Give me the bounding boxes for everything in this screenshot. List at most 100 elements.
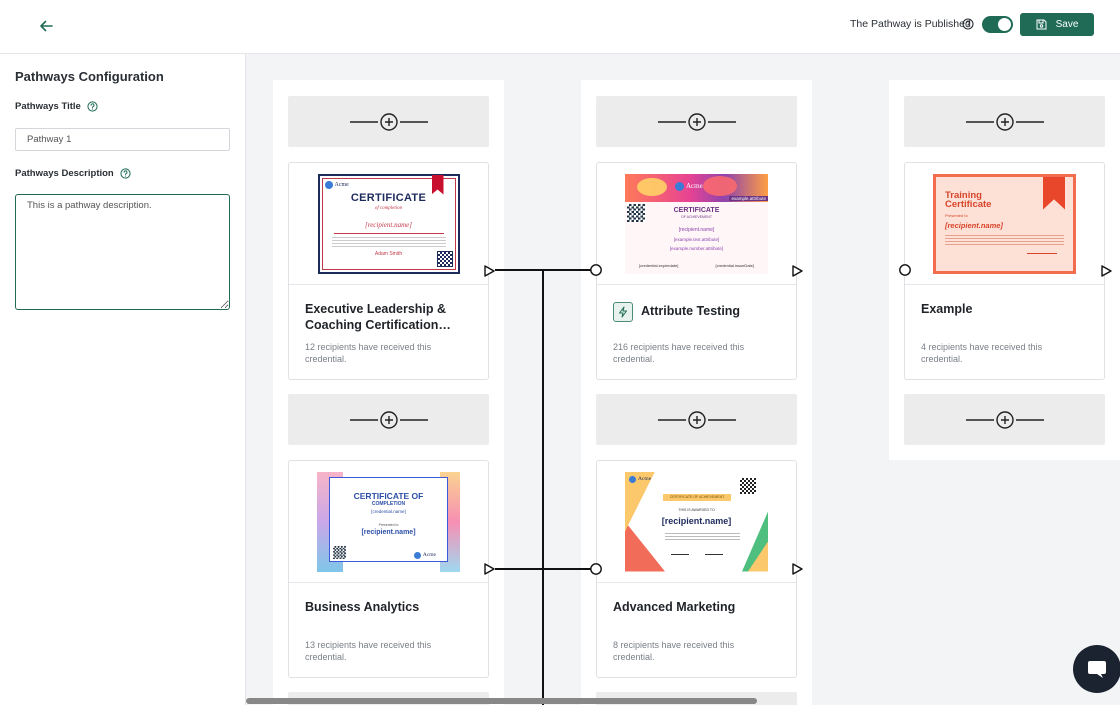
certificate-thumbnail: CERTIFICATE OF COMPLETION [credential.na… bbox=[289, 461, 488, 583]
back-button[interactable] bbox=[34, 14, 58, 38]
recipient-count: 216 recipients have received this creden… bbox=[613, 342, 745, 364]
save-button-label: Save bbox=[1055, 19, 1079, 30]
cert-recipient: [recipient.name] bbox=[661, 515, 732, 526]
pathway-title-label-text: Pathways Title bbox=[15, 101, 81, 112]
cert-brand: Acme bbox=[422, 552, 436, 558]
certificate-preview: Training Certificate Presented to [recip… bbox=[933, 173, 1076, 274]
certificate-thumbnail: Acme CERTIFICATE of completion [recipien… bbox=[289, 163, 488, 285]
add-step-slot[interactable] bbox=[288, 96, 489, 147]
pathway-canvas[interactable]: Acme CERTIFICATE of completion [recipien… bbox=[246, 54, 1120, 705]
credential-card[interactable]: Acme example.attribute CERTIFICATE OF AC… bbox=[596, 162, 797, 380]
credential-name: Business Analytics bbox=[305, 600, 420, 614]
certificate-preview: Acme example.attribute CERTIFICATE OF AC… bbox=[625, 173, 768, 274]
add-circle-icon bbox=[657, 112, 736, 131]
cert-expire-date: [credential.expiredate] bbox=[639, 262, 679, 268]
cert-subheading: Presented to bbox=[378, 522, 399, 527]
connector-output-handle[interactable] bbox=[482, 264, 496, 278]
arrow-left-icon bbox=[40, 20, 53, 32]
connector-input-handle[interactable] bbox=[589, 263, 603, 277]
qr-code-icon bbox=[333, 545, 346, 559]
connector-trunk bbox=[542, 270, 544, 705]
certificate-preview: Acme CERTIFICATE of completion [recipien… bbox=[317, 173, 460, 274]
cert-brand: Acme bbox=[334, 181, 349, 188]
help-icon[interactable] bbox=[962, 17, 974, 35]
add-step-slot[interactable] bbox=[596, 96, 797, 147]
add-step-slot[interactable] bbox=[904, 394, 1105, 445]
recipient-count: 13 recipients have received this credent… bbox=[305, 640, 432, 662]
cert-brand: Acme bbox=[686, 182, 703, 190]
connector-output-handle[interactable] bbox=[482, 562, 496, 576]
cert-subheading: Presented to bbox=[945, 212, 968, 218]
top-bar: The Pathway is Published Save bbox=[0, 0, 1120, 54]
add-step-slot[interactable] bbox=[288, 394, 489, 445]
certificate-thumbnail: Training Certificate Presented to [recip… bbox=[905, 163, 1104, 285]
connector-line bbox=[495, 269, 595, 271]
credential-card[interactable]: CERTIFICATE OF COMPLETION [credential.na… bbox=[288, 460, 489, 678]
help-icon[interactable] bbox=[87, 101, 98, 112]
cert-banner: CERTIFICATE OF ACHIEVEMENT bbox=[663, 493, 731, 501]
add-step-slot[interactable] bbox=[596, 394, 797, 445]
sidebar-title: Pathways Configuration bbox=[15, 69, 164, 84]
chat-button[interactable] bbox=[1073, 645, 1120, 693]
cert-heading: CERTIFICATE bbox=[673, 206, 720, 214]
cert-heading: CERTIFICATE OF bbox=[353, 490, 424, 501]
credential-card[interactable]: Training Certificate Presented to [recip… bbox=[904, 162, 1105, 380]
chat-bubble-icon bbox=[1088, 661, 1106, 678]
credential-card[interactable]: Acme CERTIFICATE OF ACHIEVEMENT THIS IS … bbox=[596, 460, 797, 678]
connector-line bbox=[495, 568, 595, 570]
pathway-title-input[interactable] bbox=[15, 128, 230, 151]
add-circle-icon bbox=[657, 410, 736, 429]
qr-code-icon bbox=[436, 250, 453, 267]
published-toggle[interactable] bbox=[982, 16, 1013, 33]
connector-input-handle[interactable] bbox=[898, 263, 912, 277]
add-step-slot[interactable] bbox=[904, 96, 1105, 147]
config-sidebar: Pathways Configuration Pathways Title Pa… bbox=[0, 54, 246, 705]
published-status-label: The Pathway is Published bbox=[850, 18, 971, 30]
ribbon-icon bbox=[1043, 176, 1065, 210]
brand-logo-icon bbox=[324, 180, 333, 189]
recipient-count: 4 recipients have received this credenti… bbox=[921, 342, 1043, 364]
recipient-count: 12 recipients have received this credent… bbox=[305, 342, 432, 364]
connector-output-handle[interactable] bbox=[1099, 264, 1113, 278]
toggle-knob bbox=[998, 18, 1011, 31]
attribute-badge: example.attribute bbox=[729, 195, 768, 201]
cert-recipient: [recipient.name] bbox=[365, 220, 412, 229]
brand-logo-icon bbox=[413, 551, 421, 559]
cert-attribute-text: [example.text.attribute] bbox=[673, 236, 720, 242]
cert-subheading: OF ACHIEVEMENT bbox=[681, 214, 712, 219]
save-button[interactable]: Save bbox=[1020, 13, 1094, 36]
connector-input-handle[interactable] bbox=[589, 562, 603, 576]
add-circle-icon bbox=[965, 410, 1044, 429]
certificate-preview: Acme CERTIFICATE OF ACHIEVEMENT THIS IS … bbox=[625, 471, 768, 572]
cert-recipient: [recipient.name] bbox=[361, 528, 416, 536]
help-icon[interactable] bbox=[120, 168, 131, 179]
add-circle-icon bbox=[349, 410, 428, 429]
pathway-description-label: Pathways Description bbox=[15, 168, 131, 179]
scrollbar-thumb[interactable] bbox=[246, 698, 757, 704]
cert-attribute-number: [example.number.attribute] bbox=[669, 245, 724, 251]
cert-heading: Training Certificate bbox=[945, 189, 992, 210]
cert-credential: [credential.name] bbox=[371, 508, 406, 514]
connector-output-handle[interactable] bbox=[790, 264, 804, 278]
certificate-thumbnail: Acme example.attribute CERTIFICATE OF AC… bbox=[597, 163, 796, 285]
pathway-description-input[interactable]: This is a pathway description. bbox=[15, 194, 230, 310]
cert-brand: Acme bbox=[638, 476, 652, 482]
lightning-icon bbox=[613, 302, 633, 322]
credential-name: Executive Leadership & Coaching Certific… bbox=[305, 302, 451, 332]
brand-logo-icon bbox=[675, 181, 684, 191]
credential-card[interactable]: Acme CERTIFICATE of completion [recipien… bbox=[288, 162, 489, 380]
add-circle-icon bbox=[965, 112, 1044, 131]
cert-subheading: of completion bbox=[374, 205, 403, 211]
cert-heading: CERTIFICATE bbox=[350, 191, 427, 204]
connector-output-handle[interactable] bbox=[790, 562, 804, 576]
credential-name: Attribute Testing bbox=[641, 304, 741, 318]
recipient-count: 8 recipients have received this credenti… bbox=[613, 640, 735, 662]
horizontal-scrollbar[interactable] bbox=[246, 695, 1120, 705]
qr-code-icon bbox=[740, 477, 756, 494]
cert-subheading: THIS IS AWARDED TO bbox=[678, 507, 715, 512]
add-circle-icon bbox=[349, 112, 428, 131]
credential-name: Example bbox=[921, 302, 973, 316]
pathway-description-label-text: Pathways Description bbox=[15, 168, 114, 179]
cert-issue-date: [credential.issueDate] bbox=[715, 262, 754, 268]
cert-recipient: [recipient.name] bbox=[678, 226, 715, 233]
